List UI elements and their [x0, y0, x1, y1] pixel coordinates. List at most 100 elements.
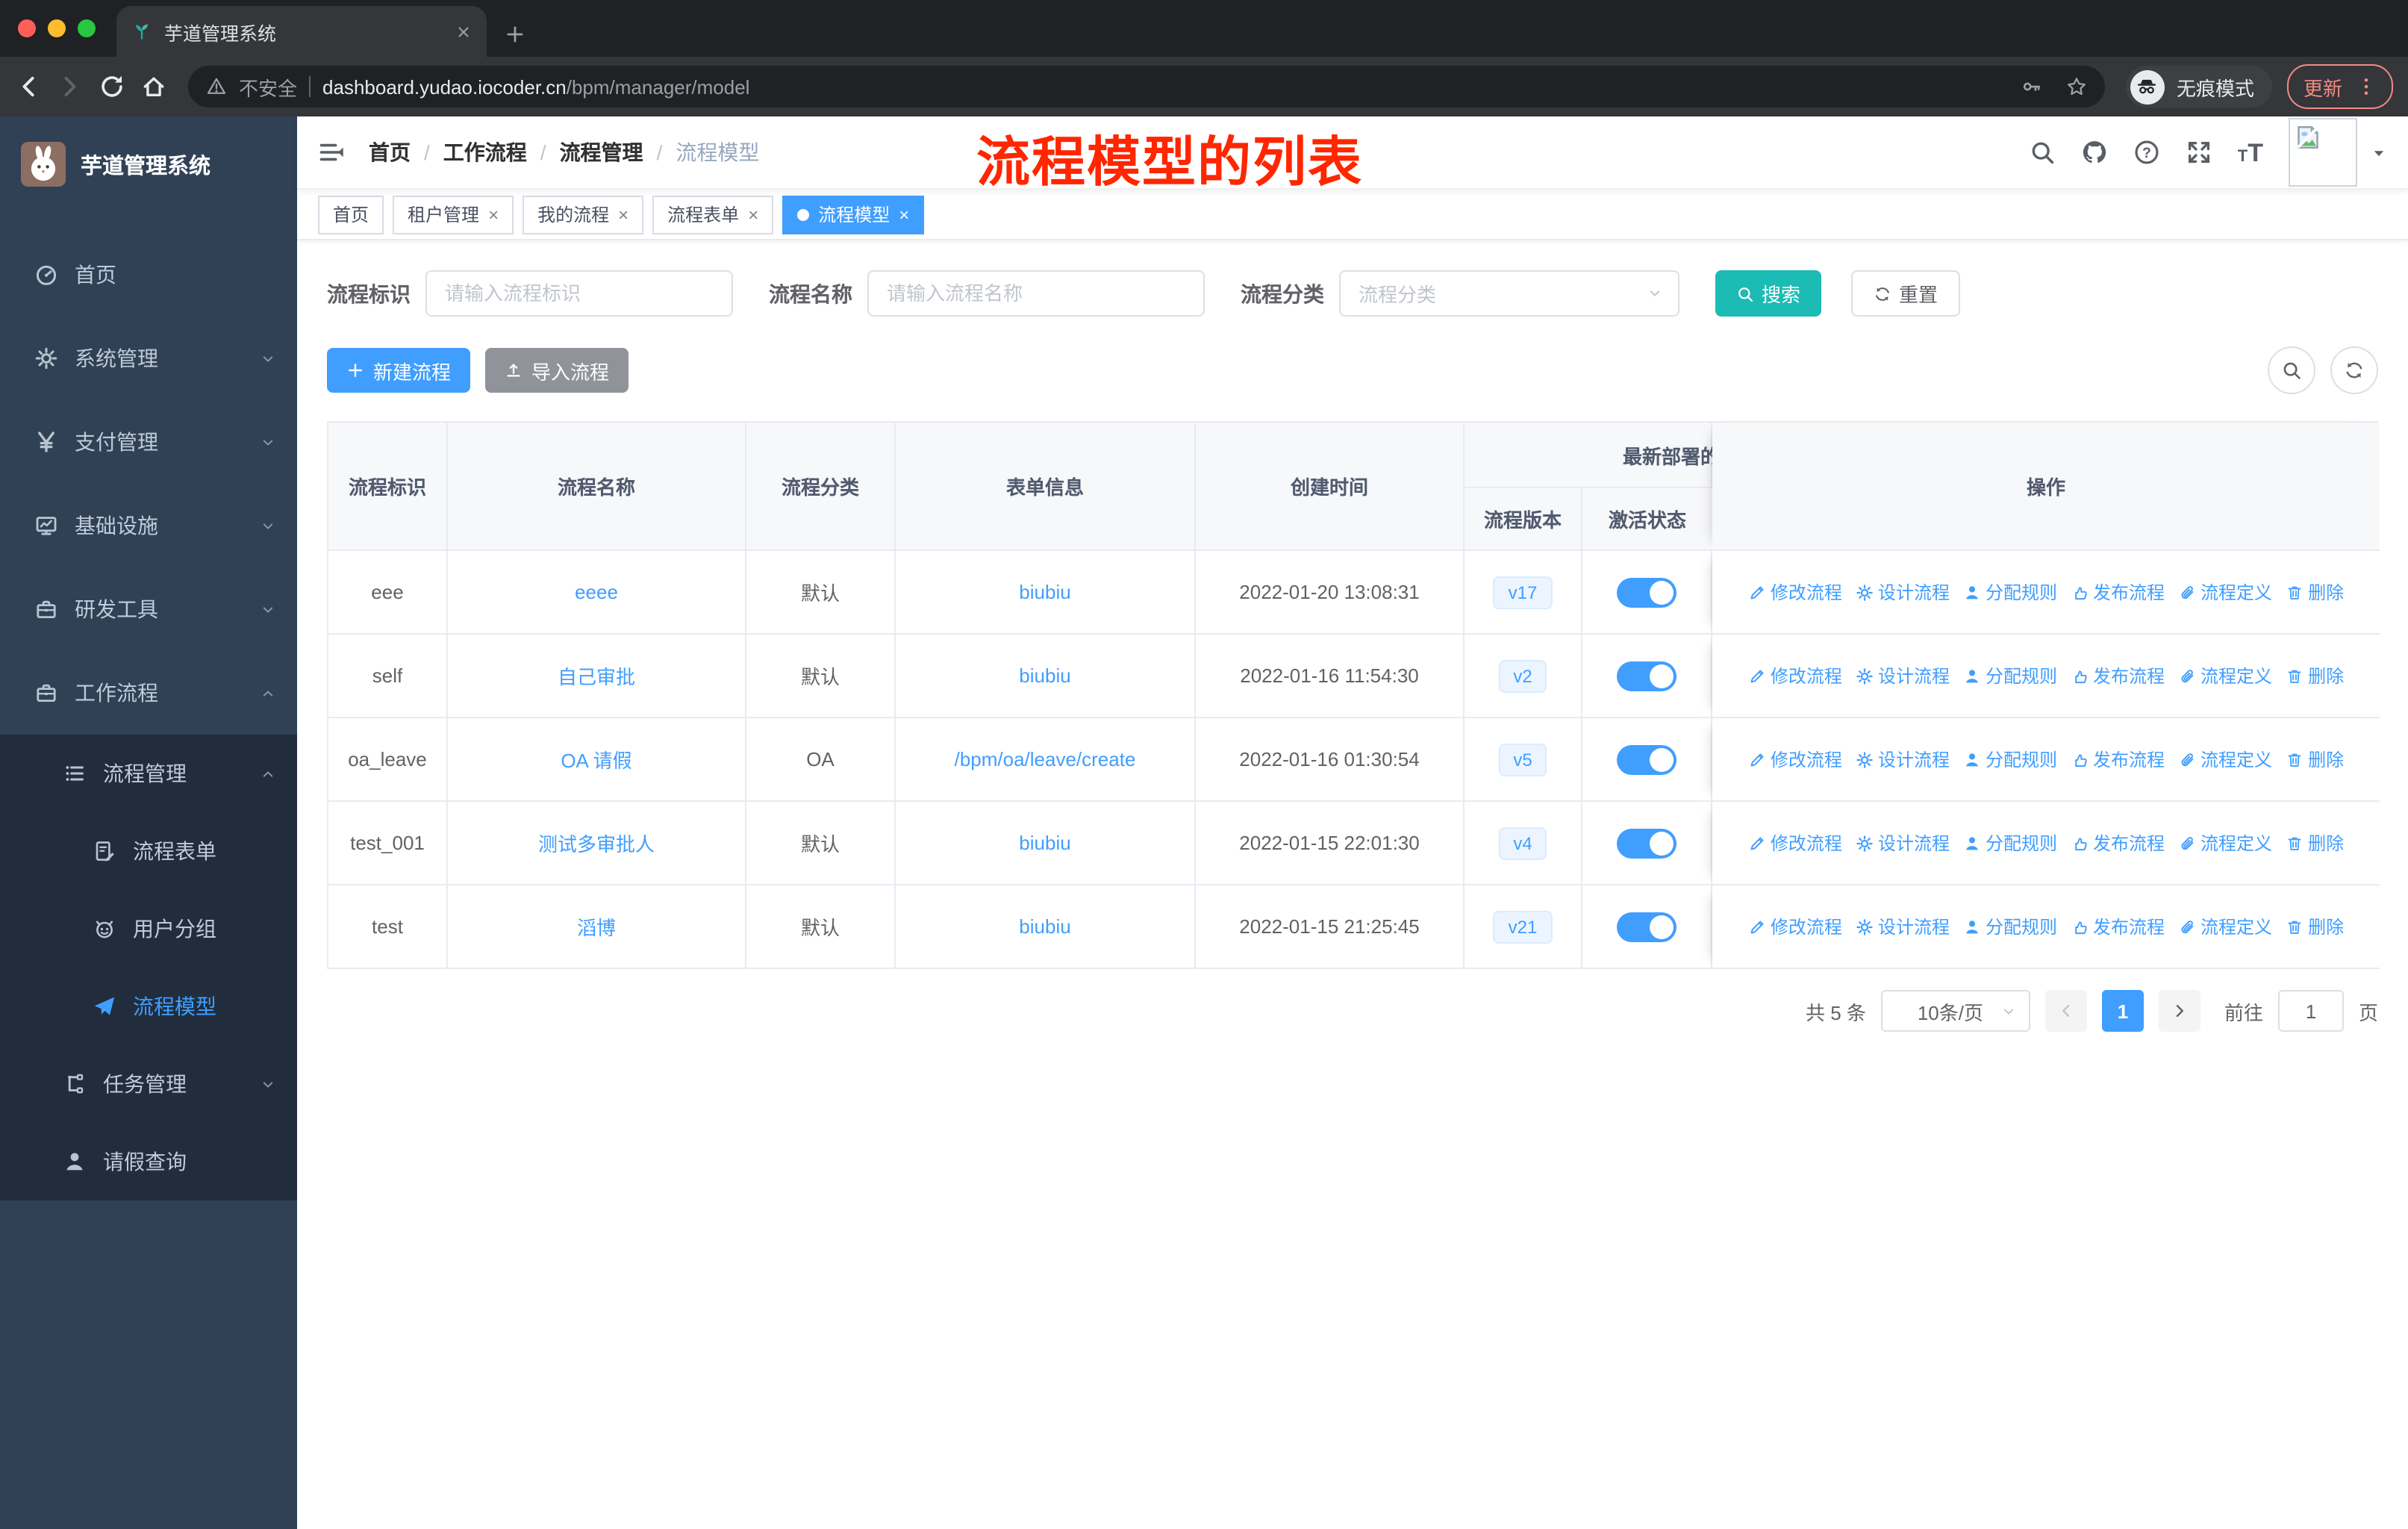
action-user[interactable]: 分配规则 [1963, 747, 2057, 772]
font-size-icon[interactable]: TT [2238, 140, 2263, 165]
action-hand[interactable]: 发布流程 [2071, 579, 2165, 605]
fullscreen-icon[interactable] [2186, 139, 2212, 166]
action-hand[interactable]: 发布流程 [2071, 747, 2165, 772]
goto-page-input[interactable] [2277, 990, 2344, 1032]
action-clip[interactable]: 流程定义 [2178, 747, 2272, 772]
process-name-link[interactable]: 测试多审批人 [538, 833, 655, 856]
app-logo[interactable]: 芋道管理系统 [0, 128, 297, 200]
process-name-link[interactable]: eeee [575, 581, 618, 603]
action-trash[interactable]: 删除 [2286, 747, 2344, 772]
action-clip[interactable]: 流程定义 [2178, 914, 2272, 939]
form-info-link[interactable]: biubiu [1019, 581, 1070, 603]
active-toggle[interactable] [1617, 577, 1676, 607]
action-edit[interactable]: 修改流程 [1748, 914, 1842, 939]
sidebar-item-workflow[interactable]: 工作流程 [0, 651, 297, 735]
address-bar[interactable]: 不安全 dashboard.yudao.iocoder.cn/bpm/manag… [188, 66, 2105, 108]
form-info-link[interactable]: biubiu [1019, 832, 1070, 854]
next-page-button[interactable] [2158, 990, 2200, 1032]
active-toggle[interactable] [1617, 912, 1676, 941]
action-user[interactable]: 分配规则 [1963, 663, 2057, 688]
sidebar-item-leave-query[interactable]: 请假查询 [0, 1123, 297, 1201]
process-name-link[interactable]: OA 请假 [561, 750, 631, 772]
action-clip[interactable]: 流程定义 [2178, 579, 2272, 605]
action-gear[interactable]: 设计流程 [1856, 579, 1950, 605]
action-gear[interactable]: 设计流程 [1856, 663, 1950, 688]
browser-tab[interactable]: 芋道管理系统 [116, 6, 487, 57]
action-edit[interactable]: 修改流程 [1748, 830, 1842, 856]
tag-home[interactable]: 首页 [318, 195, 384, 234]
sidebar-item-process-model[interactable]: 流程模型 [0, 968, 297, 1045]
prev-page-button[interactable] [2044, 990, 2087, 1032]
avatar[interactable] [2289, 118, 2357, 187]
category-select[interactable]: 流程分类 [1339, 270, 1679, 317]
refresh-table-button[interactable] [2330, 346, 2378, 394]
reload-icon[interactable] [99, 73, 125, 100]
sidebar-item-payment[interactable]: 支付管理 [0, 400, 297, 484]
sidebar-item-devtools[interactable]: 研发工具 [0, 567, 297, 651]
browser-menu-icon[interactable] [2356, 76, 2377, 97]
process-name-link[interactable]: 自己审批 [558, 666, 635, 688]
action-gear[interactable]: 设计流程 [1856, 830, 1950, 856]
active-toggle[interactable] [1617, 744, 1676, 774]
import-process-button[interactable]: 导入流程 [485, 348, 629, 393]
close-window-button[interactable] [18, 19, 36, 37]
action-user[interactable]: 分配规则 [1963, 579, 2057, 605]
action-trash[interactable]: 删除 [2286, 579, 2344, 605]
process-key-input[interactable] [425, 270, 733, 317]
action-trash[interactable]: 删除 [2286, 830, 2344, 856]
page-1-button[interactable]: 1 [2101, 990, 2144, 1032]
breadcrumb-process-mgmt[interactable]: 流程管理 [560, 137, 643, 167]
sidebar-item-process-mgmt[interactable]: 流程管理 [0, 735, 297, 812]
action-gear[interactable]: 设计流程 [1856, 747, 1950, 772]
browser-update-button[interactable]: 更新 [2286, 64, 2393, 109]
sidebar-item-system[interactable]: 系统管理 [0, 317, 297, 400]
tab-close-icon[interactable] [455, 23, 472, 40]
back-icon[interactable] [15, 73, 42, 100]
tag-close-icon[interactable]: × [488, 205, 499, 223]
action-user[interactable]: 分配规则 [1963, 914, 2057, 939]
action-clip[interactable]: 流程定义 [2178, 830, 2272, 856]
tag-process-form[interactable]: 流程表单 × [652, 195, 774, 234]
home-icon[interactable] [140, 73, 167, 100]
action-hand[interactable]: 发布流程 [2071, 830, 2165, 856]
new-tab-icon[interactable] [505, 24, 525, 45]
action-clip[interactable]: 流程定义 [2178, 663, 2272, 688]
search-button[interactable]: 搜索 [1715, 270, 1822, 317]
github-icon[interactable] [2081, 139, 2108, 166]
tag-close-icon[interactable]: × [899, 205, 909, 223]
sidebar-item-home[interactable]: 首页 [0, 233, 297, 317]
tag-process-model[interactable]: 流程模型 × [782, 195, 925, 234]
action-edit[interactable]: 修改流程 [1748, 747, 1842, 772]
action-user[interactable]: 分配规则 [1963, 830, 2057, 856]
action-hand[interactable]: 发布流程 [2071, 663, 2165, 688]
sidebar-item-process-form[interactable]: 流程表单 [0, 812, 297, 890]
sidebar-item-task-mgmt[interactable]: 任务管理 [0, 1045, 297, 1123]
process-name-link[interactable]: 滔博 [577, 917, 616, 939]
action-gear[interactable]: 设计流程 [1856, 914, 1950, 939]
create-process-button[interactable]: 新建流程 [327, 348, 471, 393]
active-toggle[interactable] [1617, 828, 1676, 858]
sidebar-item-infra[interactable]: 基础设施 [0, 484, 297, 567]
reset-button[interactable]: 重置 [1851, 270, 1961, 317]
page-size-select[interactable]: 10条/页 [1880, 990, 2030, 1032]
search-icon[interactable] [2029, 139, 2056, 166]
form-info-link[interactable]: biubiu [1019, 664, 1070, 687]
tag-tenant[interactable]: 租户管理 × [393, 195, 514, 234]
bookmark-star-icon[interactable] [2066, 76, 2087, 97]
form-info-link[interactable]: biubiu [1019, 915, 1070, 938]
action-edit[interactable]: 修改流程 [1748, 663, 1842, 688]
key-icon[interactable] [2021, 76, 2042, 97]
minimize-window-button[interactable] [48, 19, 66, 37]
action-trash[interactable]: 删除 [2286, 914, 2344, 939]
tag-close-icon[interactable]: × [618, 205, 628, 223]
active-toggle[interactable] [1617, 661, 1676, 691]
sidebar-toggle-icon[interactable] [318, 139, 345, 166]
maximize-window-button[interactable] [78, 19, 96, 37]
action-edit[interactable]: 修改流程 [1748, 579, 1842, 605]
process-name-input[interactable] [867, 270, 1205, 317]
help-icon[interactable] [2133, 139, 2160, 166]
breadcrumb-workflow[interactable]: 工作流程 [443, 137, 527, 167]
sidebar-item-user-group[interactable]: 用户分组 [0, 890, 297, 968]
caret-down-icon[interactable] [2371, 144, 2387, 161]
breadcrumb-home[interactable]: 首页 [369, 137, 411, 167]
